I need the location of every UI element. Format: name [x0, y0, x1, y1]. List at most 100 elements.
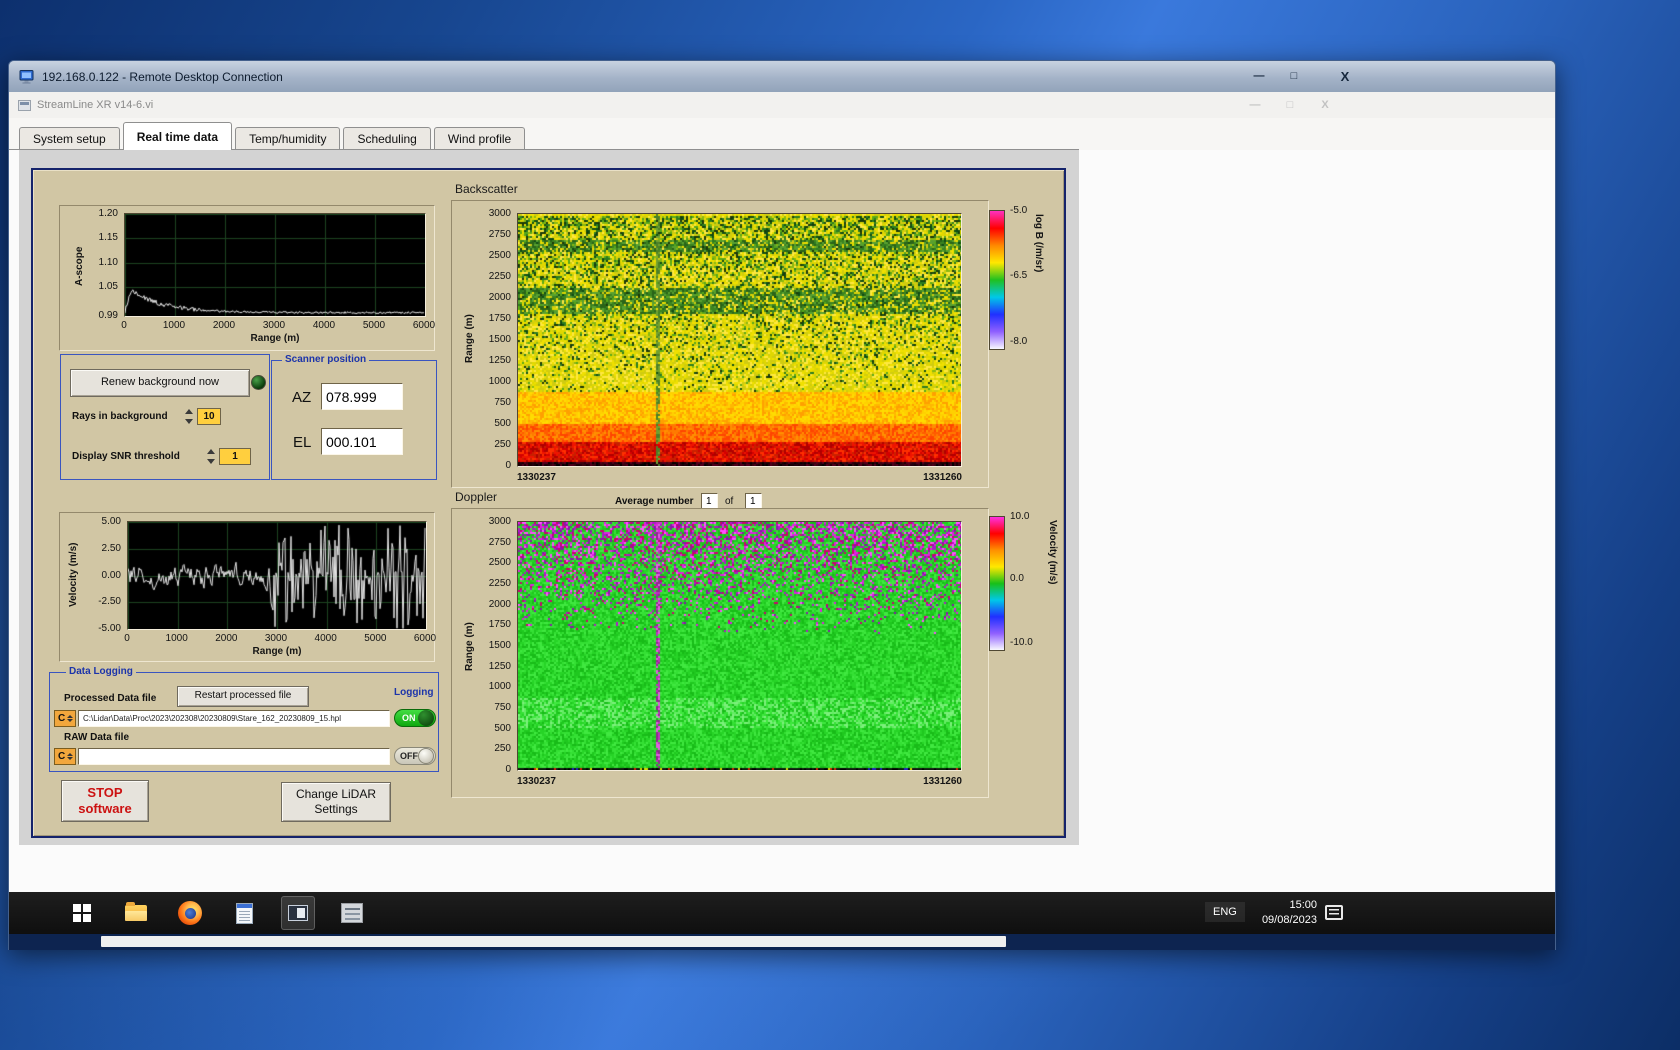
app-maximize-icon[interactable]: □ [1277, 96, 1303, 114]
raw-toggle-knob [418, 748, 434, 764]
change-line2: Settings [314, 802, 357, 817]
velocity-plot [127, 521, 427, 630]
change-line1: Change LiDAR [296, 787, 376, 802]
tab-bar: System setup Real time data Temp/humidit… [9, 118, 1555, 150]
restart-processed-file-button[interactable]: Restart processed file [177, 686, 309, 707]
processed-path-field[interactable]: C:\Lidar\Data\Proc\2023\202308\20230809\… [78, 710, 390, 727]
firefox-button[interactable] [173, 896, 207, 930]
doppler-plot [517, 521, 962, 771]
scan-scheduler-icon [341, 903, 363, 923]
remote-screen: StreamLine XR v14-6.vi — □ X System setu… [9, 92, 1555, 934]
renew-background-button[interactable]: Renew background now [70, 369, 250, 397]
raw-drive-selector[interactable]: C [54, 748, 76, 765]
rays-spinner[interactable] [185, 409, 194, 424]
app-close-icon[interactable]: X [1312, 96, 1338, 114]
app-title: StreamLine XR v14-6.vi [37, 99, 153, 111]
vi-window-icon [18, 100, 31, 111]
doppler-cb-label: Velocity (m/s) [1047, 520, 1058, 652]
average-of-label: of [725, 496, 733, 507]
app-minimize-icon[interactable]: — [1242, 96, 1268, 114]
doppler-title: Doppler [455, 490, 497, 504]
tab-system-setup[interactable]: System setup [19, 127, 120, 150]
app-titlebar[interactable]: StreamLine XR v14-6.vi — □ X [9, 92, 1555, 118]
el-label: EL [293, 434, 311, 451]
backscatter-x-start: 1330237 [517, 472, 556, 483]
tab-temp-humidity[interactable]: Temp/humidity [235, 127, 340, 150]
velocity-x-title: Range (m) [127, 646, 427, 657]
stop-software-button[interactable]: STOP software [61, 780, 149, 822]
rdp-titlebar[interactable]: 192.168.0.122 - Remote Desktop Connectio… [9, 61, 1555, 92]
raw-toggle-label: OFF [400, 751, 418, 761]
window-controls: — □ X [1246, 67, 1358, 85]
stop-line1: STOP [87, 785, 122, 801]
scrollbar-thumb[interactable] [101, 936, 1006, 947]
tab-real-time-data[interactable]: Real time data [123, 122, 232, 150]
background-status-led [251, 375, 266, 390]
start-icon [73, 904, 91, 922]
taskbar: ENG 15:00 09/08/2023 [9, 892, 1555, 934]
tab-scheduling[interactable]: Scheduling [343, 127, 430, 150]
clock[interactable]: 15:00 09/08/2023 [1247, 898, 1317, 928]
vi-scroll-area: A-scope 1.20 1.15 1.10 1.05 0.99 0 1000 2000 30… [19, 150, 1079, 845]
velocity-y-title: Velocity (m/s) [68, 527, 79, 623]
backscatter-colorbar: -5.0 -6.5 -8.0 log B (/m/sr) [989, 206, 1066, 358]
a-scope-plot [124, 213, 426, 317]
processed-drive-selector[interactable]: C [54, 710, 76, 727]
firefox-icon [178, 901, 202, 925]
data-logging-group: Data Logging Processed Data file Restart… [49, 672, 439, 772]
change-lidar-settings-button[interactable]: Change LiDAR Settings [281, 782, 391, 822]
file-explorer-button[interactable] [119, 896, 153, 930]
doppler-y-title: Range (m) [464, 569, 475, 725]
velocity-graph: Velocity (m/s) 5.00 2.50 0.00 -2.50 -5.00 01… [59, 512, 435, 662]
snr-threshold-label: Display SNR threshold [72, 451, 180, 462]
raw-drive-letter: C [58, 751, 65, 762]
notepad-button[interactable] [227, 896, 261, 930]
tab-wind-profile[interactable]: Wind profile [434, 127, 525, 150]
processed-toggle-label: ON [402, 713, 416, 723]
doppler-canvas [518, 522, 961, 770]
streamline-app-button[interactable] [281, 896, 315, 930]
az-label: AZ [292, 389, 311, 406]
backscatter-plot [517, 213, 962, 467]
host-desktop: 192.168.0.122 - Remote Desktop Connectio… [0, 0, 1680, 1050]
start-button[interactable] [65, 896, 99, 930]
a-scope-canvas [125, 214, 425, 316]
average-total-field: 1 [745, 493, 762, 509]
backscatter-graph: Range (m) 3000 2750 2500 2250 2000 1750 1500 12… [451, 200, 989, 488]
close-icon[interactable]: X [1332, 67, 1358, 85]
backscatter-cb-label: log B (/m/sr) [1033, 214, 1044, 350]
minimize-icon[interactable]: — [1246, 67, 1272, 85]
velocity-canvas [128, 522, 426, 629]
backscatter-cb-mid: -6.5 [1010, 270, 1027, 281]
streamline-app-icon [288, 905, 308, 921]
stop-line2: software [78, 801, 131, 817]
rays-value-field[interactable]: 10 [197, 408, 221, 425]
doppler-x-end: 1331260 [900, 776, 962, 787]
snr-value-field[interactable]: 1 [219, 448, 251, 465]
doppler-cb-max: 10.0 [1010, 511, 1029, 522]
data-logging-title: Data Logging [66, 666, 136, 677]
snr-spinner[interactable] [207, 449, 216, 464]
el-value-field: 000.101 [321, 428, 403, 455]
processed-toggle-knob [418, 710, 434, 726]
average-number-field[interactable]: 1 [701, 493, 718, 509]
raw-path-field[interactable] [78, 748, 390, 765]
logging-label: Logging [394, 687, 433, 698]
scan-scheduler-button[interactable] [335, 896, 369, 930]
doppler-cb-min: -10.0 [1010, 637, 1033, 648]
processed-logging-toggle[interactable]: ON [394, 709, 436, 727]
drive-spinner-icon[interactable] [67, 753, 73, 760]
language-indicator[interactable]: ENG [1205, 902, 1245, 922]
remote-desktop-icon [19, 70, 35, 84]
horizontal-scrollbar[interactable] [9, 934, 1555, 950]
maximize-icon[interactable]: □ [1281, 67, 1307, 85]
drive-spinner-icon[interactable] [67, 715, 73, 722]
file-explorer-icon [125, 905, 147, 921]
doppler-colorbar: 10.0 0.0 -10.0 Velocity (m/s) [989, 512, 1066, 664]
notification-icon[interactable] [1325, 905, 1343, 920]
a-scope-x-title: Range (m) [124, 333, 426, 344]
raw-logging-toggle[interactable]: OFF [394, 747, 436, 765]
doppler-colorbar-gradient [989, 516, 1005, 651]
a-scope-graph: A-scope 1.20 1.15 1.10 1.05 0.99 0 1000 2000 30… [59, 205, 435, 351]
backscatter-cb-min: -8.0 [1010, 336, 1027, 347]
